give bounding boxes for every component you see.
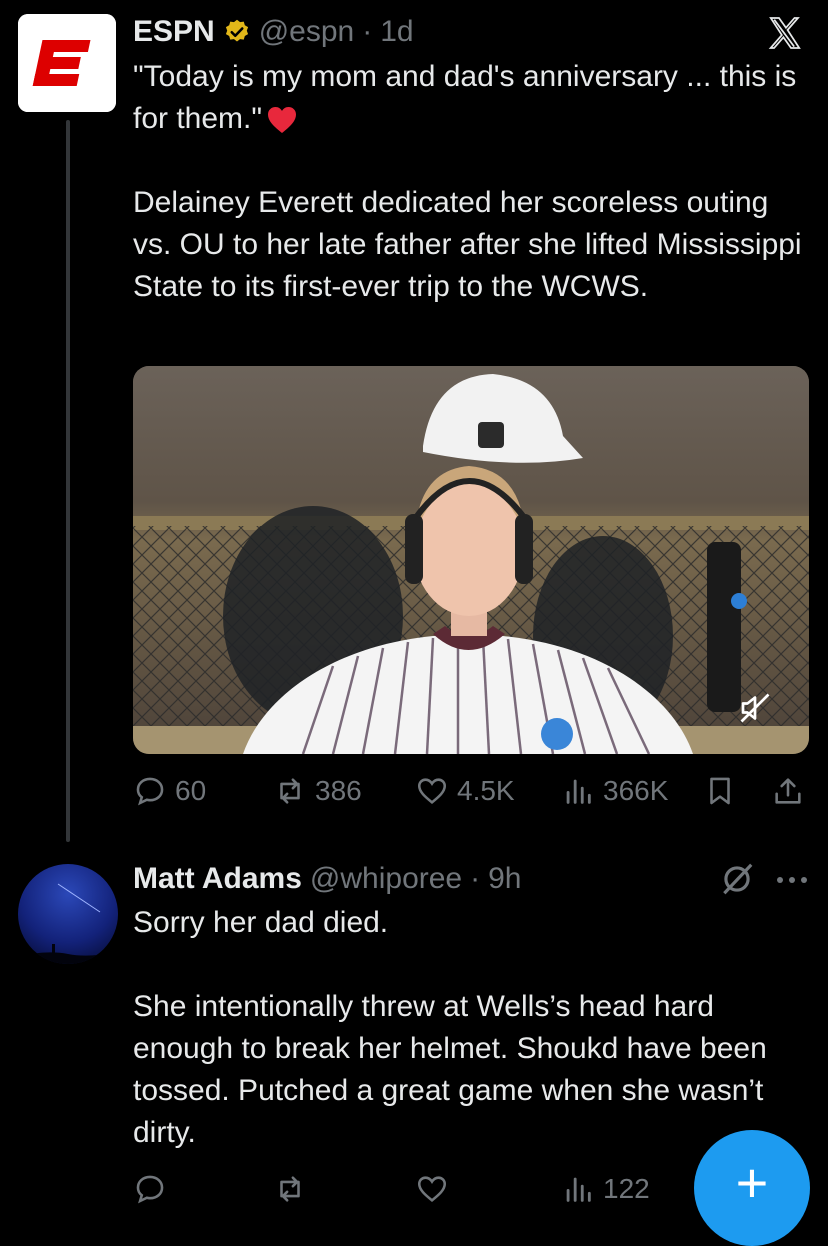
repost-icon [280, 778, 300, 804]
reply-button[interactable] [133, 1168, 167, 1210]
author-handle[interactable]: @whiporee [310, 862, 462, 896]
bookmark-icon [710, 777, 730, 805]
grok-icon[interactable] [718, 860, 756, 898]
tweet1-header: ESPN @espn · 1d [133, 12, 414, 52]
tweet2-text: Sorry her dad died. She intentionally th… [133, 906, 767, 1149]
heart-icon [417, 1176, 447, 1202]
quote-text: "Today is my mom and dad's anniversary .… [133, 60, 797, 135]
like-count: 4.5K [457, 775, 515, 806]
heart-icon [417, 778, 447, 804]
views-count: 366K [603, 775, 669, 806]
tweet-video[interactable] [133, 366, 809, 754]
reply-count: 60 [175, 775, 207, 806]
tweet-description: Delainey Everett dedicated her scoreless… [133, 186, 802, 303]
compose-button[interactable]: + [694, 1130, 810, 1246]
tweet2-header: Matt Adams @whiporee · 9h [133, 858, 522, 900]
views-count: 122 [603, 1173, 650, 1204]
separator-dot: · [470, 862, 481, 895]
share-button[interactable] [771, 770, 805, 812]
thread-line [66, 120, 70, 842]
reply-button[interactable]: 60 [133, 770, 206, 812]
post-time[interactable]: 9h [488, 862, 521, 896]
author-handle[interactable]: @espn [259, 15, 355, 49]
post-time[interactable]: 1d [380, 15, 413, 49]
share-icon [775, 778, 801, 804]
reply-icon [136, 1175, 164, 1204]
repost-button[interactable] [273, 1168, 307, 1210]
separator-dot: · [362, 15, 373, 48]
author-name[interactable]: Matt Adams [133, 862, 302, 896]
verified-badge-icon [225, 19, 248, 42]
reply-icon [136, 777, 164, 806]
like-button[interactable] [415, 1168, 449, 1210]
user-avatar[interactable] [18, 864, 118, 964]
more-options-icon[interactable] [774, 868, 810, 892]
views-button[interactable]: 366K [561, 770, 668, 812]
views-icon [566, 1177, 591, 1202]
tweet1-text: "Today is my mom and dad's anniversary .… [133, 56, 813, 308]
like-button[interactable]: 4.5K [415, 770, 515, 812]
tweet1-actions: 60 386 4.5K 366K [133, 770, 809, 812]
mute-icon[interactable] [737, 690, 773, 726]
x-logo-icon [768, 17, 801, 49]
red-heart-emoji-icon [268, 107, 297, 134]
plus-icon: + [735, 1151, 769, 1214]
views-button[interactable]: 122 [561, 1168, 650, 1210]
repost-button[interactable]: 386 [273, 770, 362, 812]
author-name[interactable]: ESPN [133, 15, 215, 49]
repost-icon [280, 1176, 300, 1202]
repost-count: 386 [315, 775, 362, 806]
views-icon [566, 779, 591, 804]
espn-avatar[interactable] [18, 14, 116, 112]
bookmark-button[interactable] [703, 770, 737, 812]
